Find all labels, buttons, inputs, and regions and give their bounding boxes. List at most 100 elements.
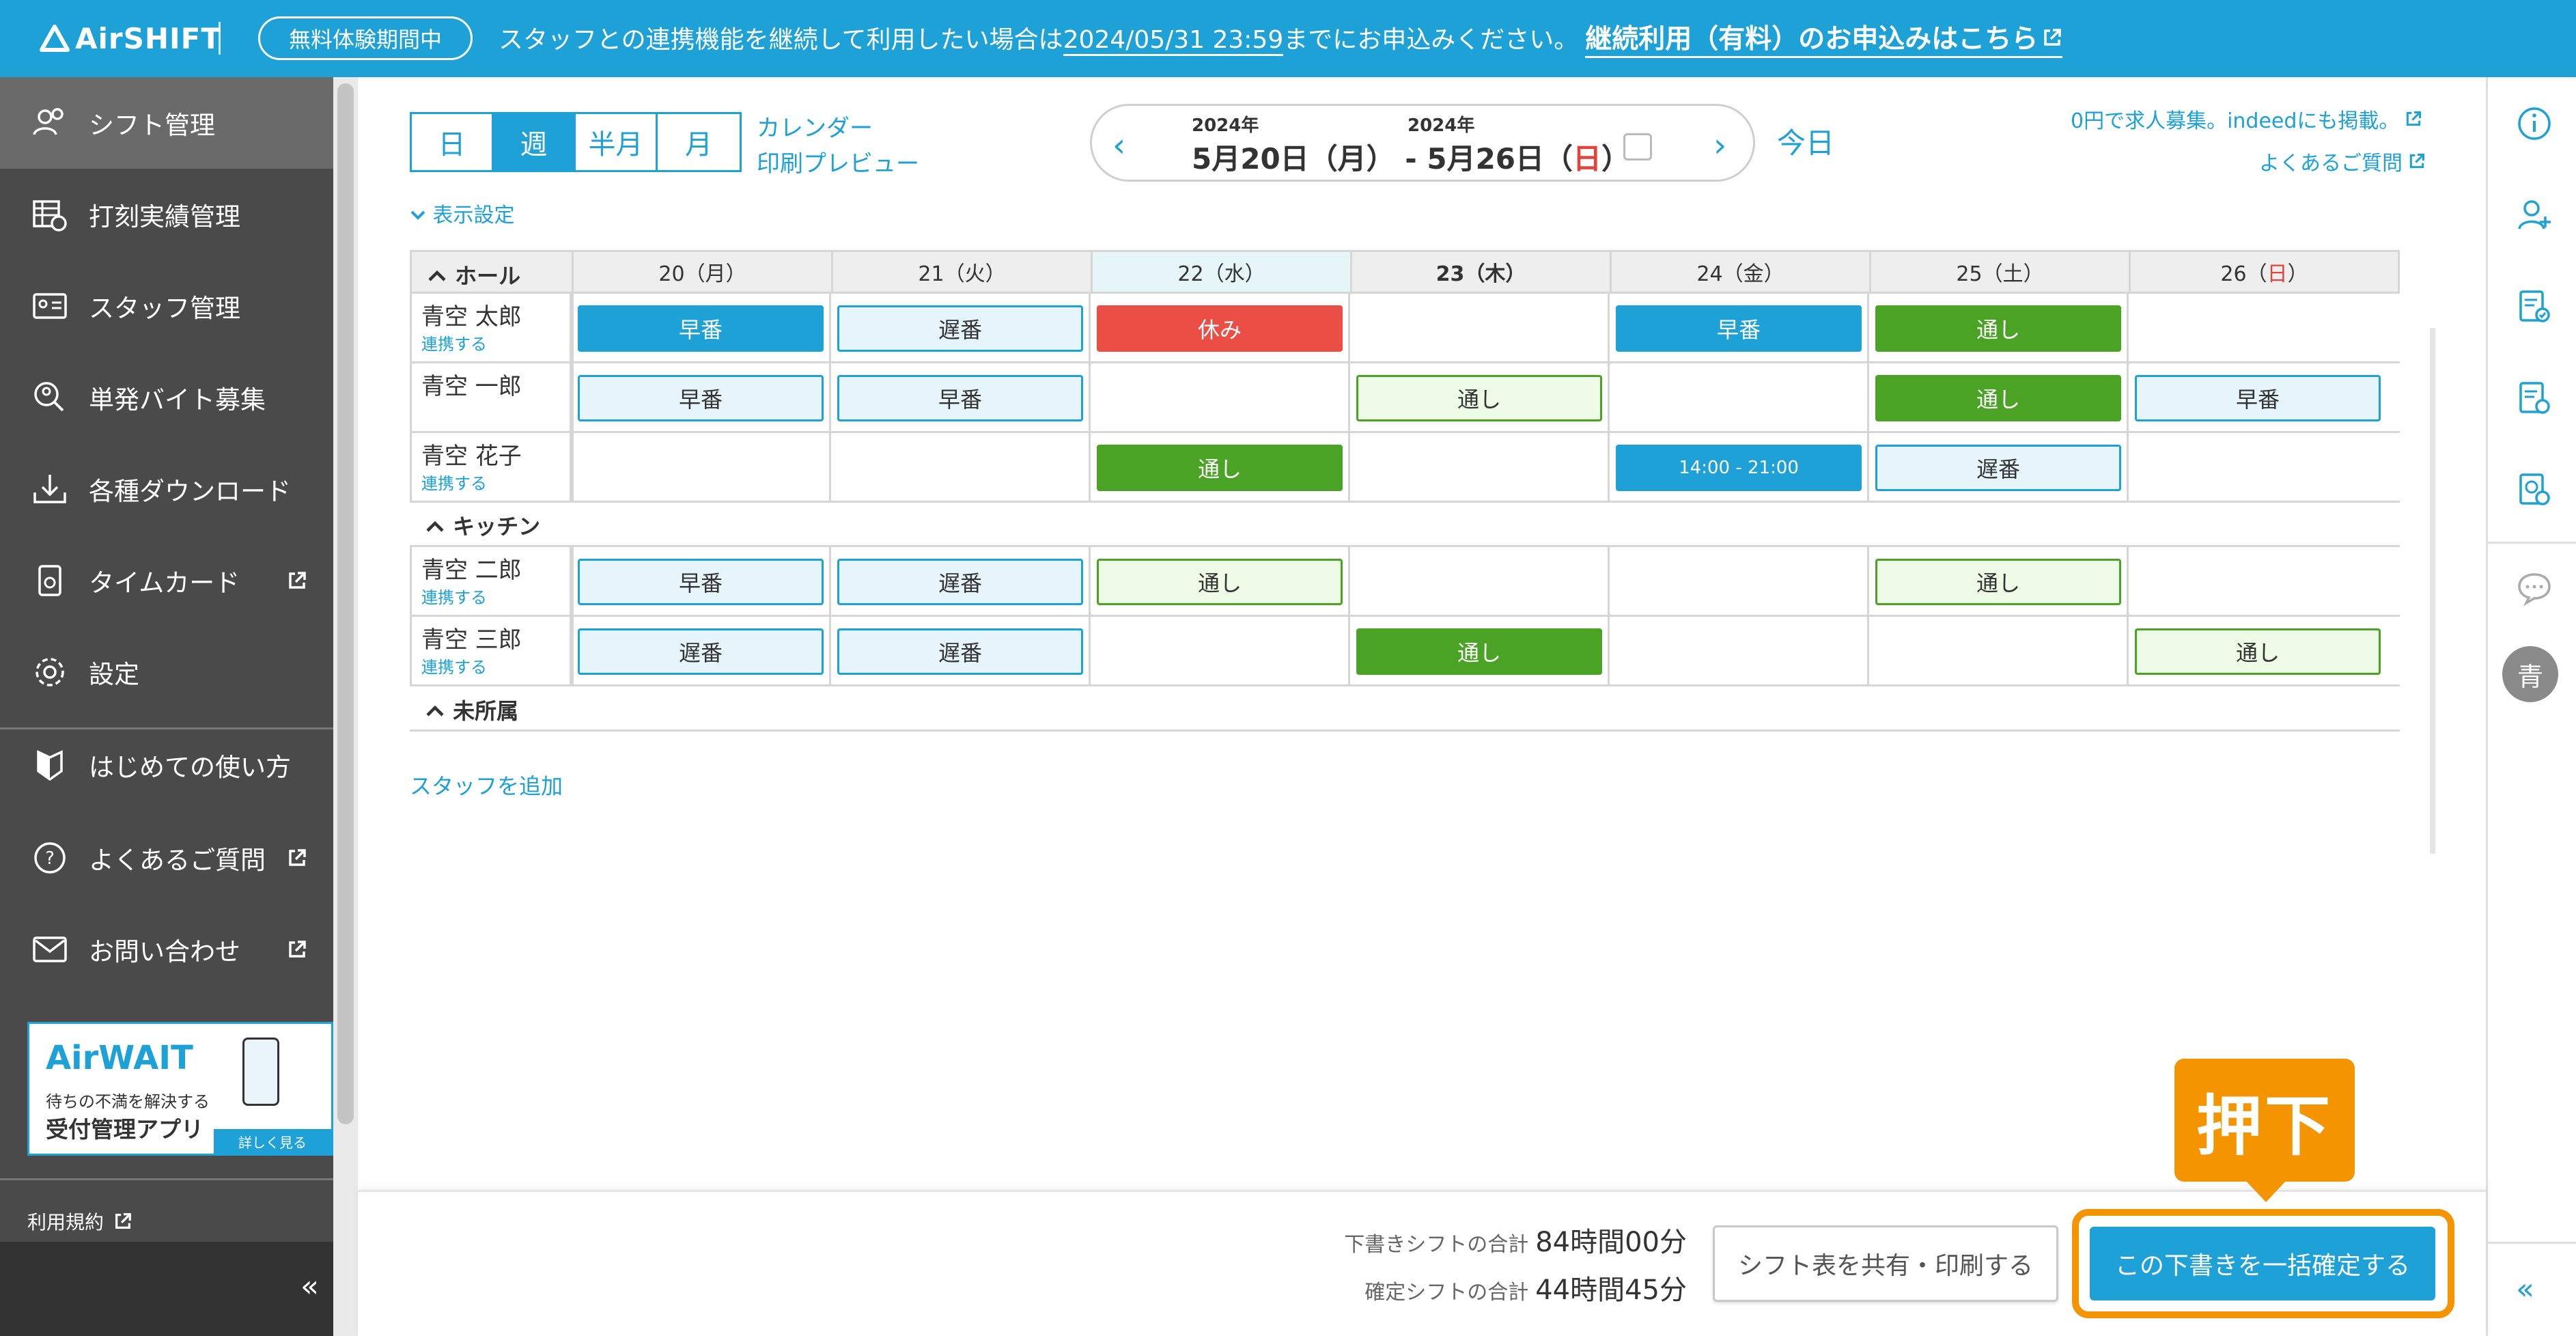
shift-chip[interactable]: 早番	[578, 559, 824, 605]
sidebar-item-getting-started[interactable]: はじめての使い方	[0, 719, 333, 811]
banner-text-before: スタッフとの連携機能を継続して利用したい場合は	[499, 26, 1063, 54]
shift-chip[interactable]: 遅番	[837, 305, 1083, 352]
column-separator	[570, 547, 572, 686]
today-button[interactable]: 今日	[1777, 120, 1834, 162]
document-check-icon[interactable]	[2515, 288, 2553, 326]
sidebar-item-shift-management[interactable]: シフト管理	[0, 77, 333, 169]
shift-chip[interactable]: 通し	[1875, 305, 2121, 352]
collapse-rail-button[interactable]: «	[2516, 1272, 2534, 1307]
add-user-icon[interactable]	[2515, 196, 2553, 234]
group-name: キッチン	[453, 514, 541, 540]
add-staff-link[interactable]: スタッフを追加	[410, 769, 563, 801]
promo-details-button[interactable]: 詳しく見る	[214, 1129, 331, 1154]
shift-chip[interactable]: 休み	[1097, 305, 1343, 352]
shift-chip[interactable]: 遅番	[578, 628, 824, 675]
calendar-link[interactable]: カレンダー	[757, 109, 873, 143]
info-icon[interactable]	[2515, 105, 2553, 143]
display-settings-label: 表示設定	[432, 204, 515, 227]
day-header-today: 22（水）	[1091, 252, 1350, 292]
rail-divider	[2488, 1242, 2576, 1244]
money-check-icon[interactable]	[2515, 471, 2553, 509]
day-header: 24（金）	[1610, 252, 1869, 292]
date-separator: -	[1405, 142, 1417, 176]
start-year: 2024年	[1192, 115, 1259, 136]
user-avatar[interactable]: 青	[2502, 646, 2558, 702]
sidebar-item-part-time-recruit[interactable]: 単発バイト募集	[0, 352, 333, 443]
shift-chip[interactable]: 通し	[1875, 559, 2121, 605]
grid-scrollbar[interactable]	[2430, 328, 2435, 854]
sidebar-scroll-thumb[interactable]	[337, 83, 354, 1124]
day-header: 20（月）	[572, 252, 831, 292]
sidebar-item-label: 打刻実績管理	[89, 202, 240, 232]
display-settings-toggle[interactable]: 表示設定	[410, 198, 515, 228]
shift-chip[interactable]: 遅番	[1875, 445, 2121, 491]
confirm-all-drafts-button[interactable]: この下書きを一括確定する	[2090, 1227, 2435, 1300]
shift-chip[interactable]: 通し	[1875, 375, 2121, 421]
print-preview-link[interactable]: 印刷プレビュー	[757, 145, 919, 178]
group-kitchen-header[interactable]: キッチン	[425, 510, 540, 541]
shift-chip[interactable]: 通し	[1356, 375, 1602, 421]
sidebar-item-staff-management[interactable]: スタッフ管理	[0, 260, 333, 352]
shift-chip[interactable]: 早番	[578, 305, 824, 352]
column-separator	[1867, 294, 1869, 503]
banner-deadline: 2024/05/31 23:59	[1063, 26, 1284, 56]
shift-chip[interactable]: 通し	[1097, 445, 1343, 491]
shift-chip[interactable]: 早番	[2135, 375, 2381, 421]
promo-tagline: 受付管理アプリ	[46, 1116, 204, 1143]
day-header: 23（木）	[1350, 252, 1610, 292]
confirmed-total-value: 44時間45分	[1535, 1275, 1687, 1306]
document-clock-icon[interactable]	[2515, 379, 2553, 417]
tab-day[interactable]: 日	[412, 114, 494, 170]
table-clock-icon	[33, 200, 67, 232]
staff-row-header: 青空 二郎 連携する	[410, 547, 574, 617]
banner-cta-link[interactable]: 継続利用（有料）のお申込みはこちら	[1585, 18, 2063, 58]
shift-chip[interactable]: 遅番	[837, 559, 1083, 605]
sidebar-item-clock-records[interactable]: 打刻実績管理	[0, 169, 333, 260]
next-week-button[interactable]: ›	[1713, 126, 1726, 165]
calendar-icon[interactable]	[1623, 133, 1652, 161]
tab-month[interactable]: 月	[658, 114, 740, 170]
sidebar-item-settings[interactable]: 設定	[0, 626, 333, 718]
group-hall-header[interactable]: ホール	[427, 259, 520, 290]
faq-link[interactable]: よくあるご質問	[2259, 146, 2426, 176]
shift-chip[interactable]: 通し	[1356, 628, 1602, 675]
tab-week[interactable]: 週	[494, 114, 576, 170]
view-switcher: 日 週 半月 月	[410, 112, 742, 172]
link-staff-button[interactable]: 連携する	[421, 331, 487, 354]
link-staff-button[interactable]: 連携する	[421, 654, 487, 678]
beginner-mark-icon	[37, 750, 63, 781]
date-range-picker: ‹ 2024年 2024年 5月20日（月） - 5月26日（日） ›	[1090, 104, 1755, 182]
external-link-icon	[289, 941, 306, 958]
external-link-icon	[115, 1213, 131, 1229]
recruit-link[interactable]: 0円で求人募集。indeedにも掲載。	[2071, 104, 2422, 134]
link-staff-button[interactable]: 連携する	[421, 470, 487, 494]
external-link-icon	[2044, 29, 2062, 46]
shift-chip[interactable]: 通し	[2135, 628, 2381, 675]
link-staff-button[interactable]: 連携する	[421, 584, 487, 608]
airshift-logo[interactable]: AirSHIFT	[40, 20, 221, 56]
sidebar-footer	[0, 1242, 333, 1336]
collapse-sidebar-button[interactable]: «	[300, 1269, 319, 1304]
tab-half-month[interactable]: 半月	[576, 114, 658, 170]
chat-icon[interactable]	[2515, 569, 2553, 607]
trial-badge: 無料体験期間中	[258, 16, 473, 60]
staff-row-header: 青空 太郎 連携する	[410, 294, 574, 363]
shift-chip[interactable]: 早番	[1616, 305, 1862, 352]
shift-chip[interactable]: 早番	[837, 375, 1083, 421]
shift-chip[interactable]: 14:00 - 21:00	[1616, 445, 1862, 491]
airwait-promo-banner[interactable]: AirWAIT 待ちの不満を解決する 受付管理アプリ 詳しく見る	[27, 1022, 333, 1156]
shift-chip[interactable]: 早番	[578, 375, 824, 421]
sidebar-item-faq[interactable]: ? よくあるご質問	[0, 812, 333, 904]
shift-chip[interactable]: 遅番	[837, 628, 1083, 675]
press-callout: 押下	[2174, 1059, 2355, 1182]
sidebar-item-downloads[interactable]: 各種ダウンロード	[0, 443, 333, 535]
prev-week-button[interactable]: ‹	[1112, 126, 1125, 165]
end-date: 5月26日（日）	[1427, 142, 1630, 176]
group-unassigned-header[interactable]: 未所属	[425, 694, 518, 725]
shift-chip[interactable]: 通し	[1097, 559, 1343, 605]
sidebar-item-timecard[interactable]: タイムカード	[0, 535, 333, 626]
sidebar-item-contact[interactable]: お問い合わせ	[0, 904, 333, 995]
staff-name: 青空 三郎	[421, 626, 522, 654]
share-print-button[interactable]: シフト表を共有・印刷する	[1713, 1225, 2058, 1302]
terms-link[interactable]: 利用規約	[27, 1208, 132, 1235]
